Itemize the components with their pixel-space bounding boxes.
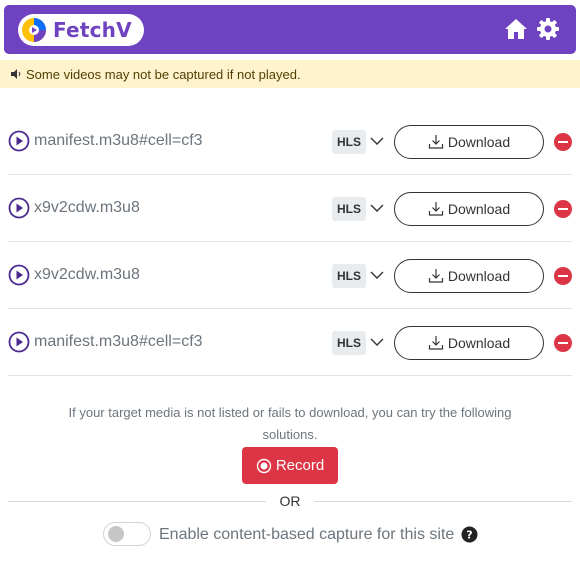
format-badge: HLS (332, 197, 366, 221)
toggle-knob (108, 526, 124, 542)
record-button[interactable]: Record (242, 447, 338, 484)
media-row: x9v2cdw.m3u8 HLS Download (8, 175, 572, 242)
download-label: Download (447, 335, 511, 351)
home-icon[interactable] (504, 17, 528, 41)
record-label: Record (275, 457, 325, 474)
remove-icon[interactable] (553, 199, 573, 219)
play-icon[interactable] (8, 197, 30, 219)
download-icon (428, 135, 443, 149)
remove-icon[interactable] (553, 132, 573, 152)
media-filename: x9v2cdw.m3u8 (34, 266, 140, 283)
content-capture-toggle[interactable] (103, 522, 151, 546)
record-icon (256, 458, 272, 473)
media-filename: manifest.m3u8#cell=cf3 (34, 333, 203, 350)
download-icon (428, 336, 443, 350)
svg-text:?: ? (466, 529, 472, 542)
remove-icon[interactable] (553, 266, 573, 286)
download-button[interactable]: Download (394, 192, 544, 226)
play-icon[interactable] (8, 130, 30, 152)
fallback-hint: If your target media is not listed or fa… (68, 405, 512, 442)
download-label: Download (447, 201, 511, 217)
help-icon[interactable]: ? (461, 526, 478, 543)
play-icon[interactable] (8, 264, 30, 286)
media-row: manifest.m3u8#cell=cf3 HLS Download (8, 108, 572, 175)
chevron-down-icon[interactable] (370, 134, 384, 148)
capture-warning-alert: Some videos may not be captured if not p… (0, 60, 580, 88)
brand: FetchV (18, 14, 144, 46)
media-row: manifest.m3u8#cell=cf3 HLS Download (8, 309, 572, 376)
chevron-down-icon[interactable] (370, 201, 384, 215)
download-label: Download (447, 268, 511, 284)
or-separator: OR (266, 493, 314, 509)
download-button[interactable]: Download (394, 125, 544, 159)
media-filename: x9v2cdw.m3u8 (34, 199, 140, 216)
media-row: x9v2cdw.m3u8 HLS Download (8, 242, 572, 309)
play-icon[interactable] (8, 331, 30, 353)
remove-icon[interactable] (553, 333, 573, 353)
format-badge: HLS (332, 264, 366, 288)
alert-text: Some videos may not be captured if not p… (26, 66, 301, 82)
download-button[interactable]: Download (394, 326, 544, 360)
speaker-icon (11, 69, 21, 79)
format-badge: HLS (332, 331, 366, 355)
format-badge: HLS (332, 130, 366, 154)
media-filename: manifest.m3u8#cell=cf3 (34, 132, 203, 149)
download-label: Download (447, 134, 511, 150)
content-capture-label: Enable content-based capture for this si… (159, 526, 455, 543)
download-icon (428, 269, 443, 283)
gear-icon[interactable] (536, 17, 560, 41)
fetchv-logo-icon (22, 18, 46, 42)
download-icon (428, 202, 443, 216)
download-button[interactable]: Download (394, 259, 544, 293)
app-header: FetchV (4, 5, 576, 54)
brand-name: FetchV (53, 18, 132, 42)
chevron-down-icon[interactable] (370, 335, 384, 349)
chevron-down-icon[interactable] (370, 268, 384, 282)
